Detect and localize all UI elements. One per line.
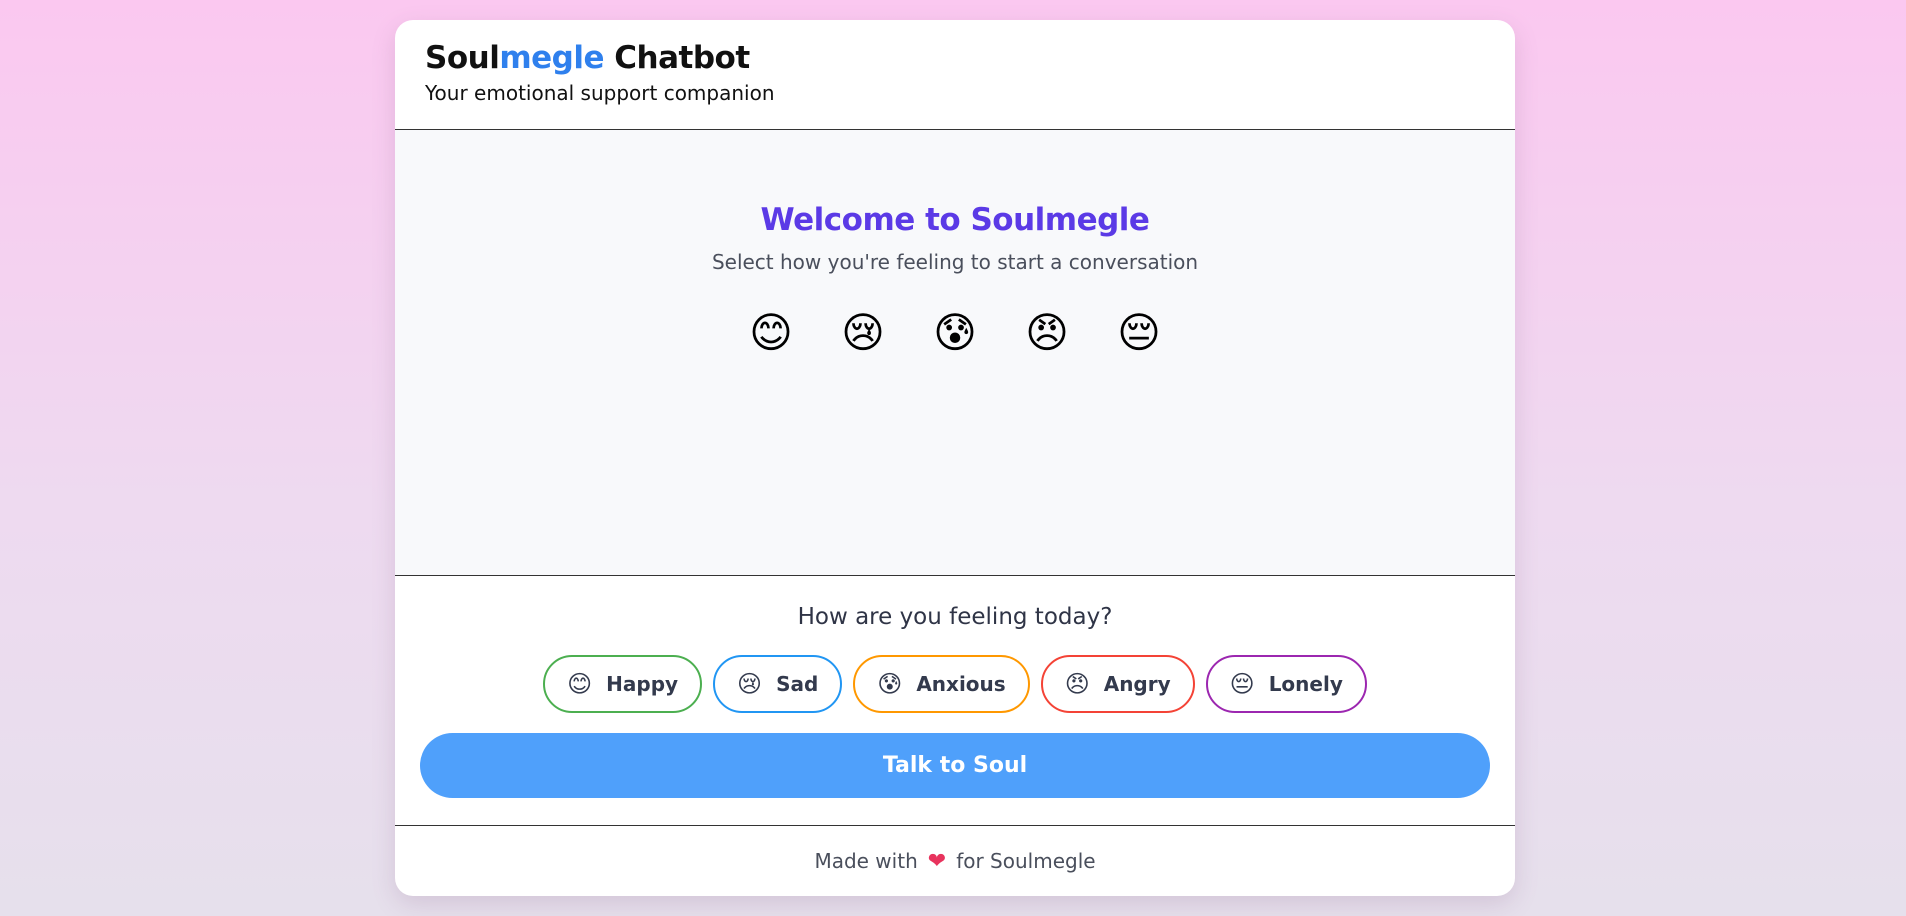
mood-button-angry[interactable]: 😠 Angry: [1040, 655, 1195, 713]
chatbot-card: Soulmegle Chatbot Your emotional support…: [395, 20, 1515, 896]
anxious-emoji-icon: 😰: [877, 670, 903, 698]
mood-button-sad[interactable]: 😢 Sad: [713, 655, 843, 713]
happy-emoji-icon[interactable]: 😊: [746, 308, 796, 358]
emoji-row: 😊 😢 😰 😠 😔: [395, 308, 1515, 358]
mood-label: Anxious: [916, 672, 1006, 696]
sad-emoji-icon: 😢: [737, 670, 763, 698]
mood-label: Happy: [606, 672, 679, 696]
angry-emoji-icon[interactable]: 😠: [1022, 308, 1072, 358]
mood-button-row: 😊 Happy 😢 Sad 😰 Anxious 😠 Angry 😔 Lonely: [395, 655, 1515, 713]
brand-title: Soulmegle Chatbot: [425, 40, 1485, 77]
heart-icon: ❤: [927, 848, 947, 874]
mood-button-happy[interactable]: 😊 Happy: [543, 655, 703, 713]
mood-question: How are you feeling today?: [797, 604, 1113, 630]
angry-emoji-icon: 😠: [1064, 670, 1090, 698]
lonely-emoji-icon[interactable]: 😔: [1114, 308, 1164, 358]
header: Soulmegle Chatbot Your emotional support…: [395, 20, 1515, 130]
mood-label: Lonely: [1268, 672, 1343, 696]
mood-button-anxious[interactable]: 😰 Anxious: [853, 655, 1030, 713]
brand-megle: megle: [499, 40, 604, 76]
welcome-title: Welcome to Soulmegle: [760, 202, 1150, 238]
lonely-emoji-icon: 😔: [1229, 670, 1255, 698]
anxious-emoji-icon[interactable]: 😰: [930, 308, 980, 358]
footer-for-text: for Soulmegle: [956, 849, 1096, 873]
tagline: Your emotional support companion: [425, 81, 775, 106]
mood-button-lonely[interactable]: 😔 Lonely: [1205, 655, 1367, 713]
footer: Made with ❤ for Soulmegle: [395, 826, 1515, 896]
chat-area: Welcome to Soulmegle Select how you're f…: [395, 130, 1515, 576]
brand-chatbot: Chatbot: [614, 40, 750, 76]
sad-emoji-icon[interactable]: 😢: [838, 308, 888, 358]
mood-label: Angry: [1103, 672, 1171, 696]
footer-made-with: Made with: [814, 849, 918, 873]
mood-label: Sad: [776, 672, 819, 696]
talk-to-soul-button[interactable]: Talk to Soul: [420, 733, 1490, 798]
welcome-subtitle: Select how you're feeling to start a con…: [711, 250, 1199, 274]
brand-soul: Soul: [425, 40, 500, 76]
happy-emoji-icon: 😊: [567, 670, 593, 698]
mood-controls: How are you feeling today? 😊 Happy 😢 Sad…: [395, 576, 1515, 826]
